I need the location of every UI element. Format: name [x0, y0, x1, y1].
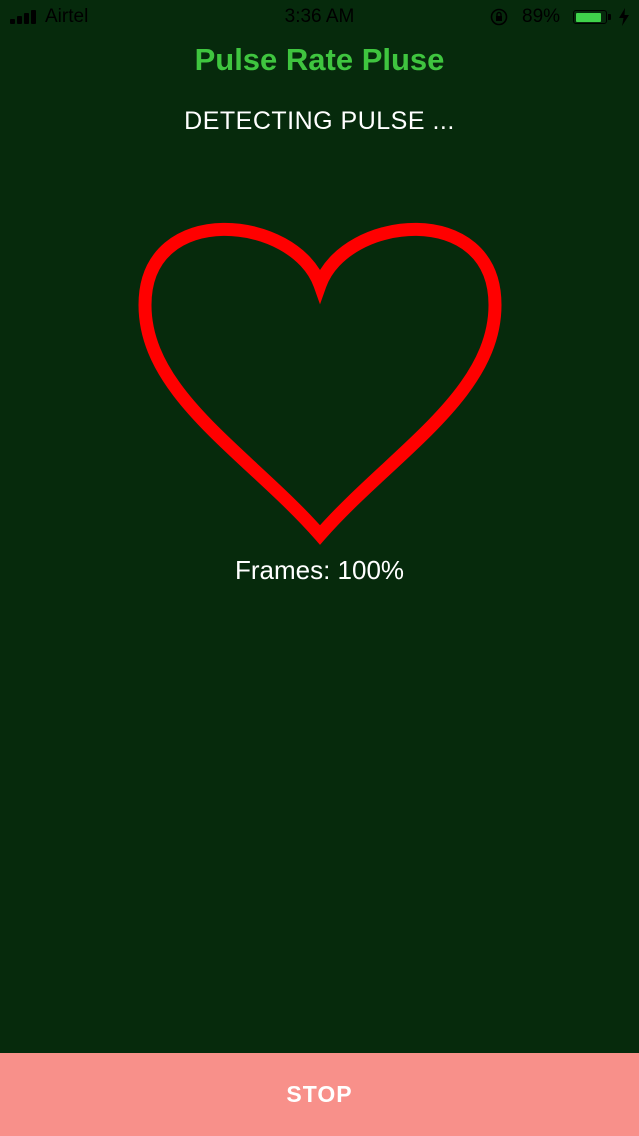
battery-percent: 89% [522, 6, 561, 27]
battery-level-fill [575, 12, 601, 22]
stop-button[interactable]: STOP [0, 1053, 639, 1136]
orientation-lock-icon [490, 8, 508, 26]
battery-tip [608, 14, 611, 20]
status-bar: Airtel 3:36 AM 89% [0, 0, 639, 36]
charging-icon [619, 8, 629, 26]
page-title: Pulse Rate Pluse [194, 42, 445, 77]
heart-outline-icon [138, 222, 502, 545]
battery-icon [573, 10, 607, 24]
pulse-screen: Airtel 3:36 AM 89% Pulse Rate Pluse DETE… [0, 0, 639, 1136]
frames-progress-label: Frames: 100% [234, 555, 405, 585]
detection-status: DETECTING PULSE ... [184, 107, 455, 135]
